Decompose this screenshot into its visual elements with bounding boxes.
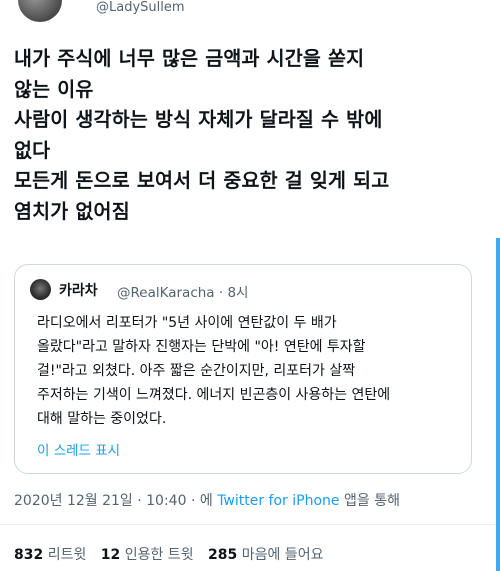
tweet-header: @LadySullem [0,0,500,22]
likes-label: 마음에 들어요 [241,547,324,563]
quoted-tweet-text: 라디오에서 리포터가 "5년 사이에 연탄값이 두 배가 올랐다"라고 말하자 … [37,311,462,431]
show-thread-link[interactable]: 이 스레드 표시 [37,439,120,459]
quote-tweets-stat[interactable]: 12 인용한 트윗 [101,547,198,563]
engagement-stats: 832 리트윗 12 인용한 트윗 285 마음에 들어요 [14,544,333,564]
meta-separator: · [218,285,224,301]
quoted-line: 대해 말하는 중이었다. [37,411,167,427]
avatar[interactable] [18,0,62,22]
timestamp-text[interactable]: 2020년 12월 21일 · 10:40 · 에 [14,493,213,509]
scrollbar[interactable] [496,238,500,571]
quotes-count: 12 [100,547,121,563]
quoted-author-handle[interactable]: @RealKaracha [117,285,215,301]
quoted-line: 라디오에서 리포터가 "5년 사이에 연탄값이 두 배가 [37,315,337,331]
quoted-line: 올랐다"라고 말하자 진행자는 단박에 "아! 연탄에 투자할 [37,339,366,355]
retweets-stat[interactable]: 832 리트윗 [14,547,91,563]
retweets-count: 832 [14,547,44,563]
tweet-line: 염치가 없어짐 [14,199,130,223]
source-suffix: 앱을 통해 [343,493,400,509]
likes-count: 285 [208,547,238,563]
tweet-timestamp: 2020년 12월 21일 · 10:40 · 에 Twitter for iP… [14,490,400,510]
quoted-tweet-card[interactable]: 카라차 @RealKaracha · 8시 라디오에서 리포터가 "5년 사이에… [14,264,472,474]
tweet-line: 사람이 생각하는 방식 자체가 달라질 수 밖에 [14,108,383,131]
divider [0,524,500,525]
quoted-line: 걸!"라고 외쳤다. 아주 짧은 순간이지만, 리포터가 살짝 [37,363,356,379]
retweets-label: 리트윗 [47,547,87,563]
author-handle[interactable]: @LadySullem [96,0,185,15]
tweet-line: 않는 이유 [14,77,94,101]
quotes-label: 인용한 트윗 [124,547,194,563]
quoted-time[interactable]: 8시 [227,285,248,301]
tweet-text: 내가 주식에 너무 많은 금액과 시간을 쏟지 않는 이유 사람이 생각하는 방… [14,44,484,227]
tweet-line: 없다 [14,138,51,162]
quoted-author-name[interactable]: 카라차 [59,280,98,300]
quoted-avatar[interactable] [30,279,51,300]
quoted-author-meta: @RealKaracha · 8시 [117,281,248,301]
likes-stat[interactable]: 285 마음에 들어요 [208,547,323,563]
quoted-line: 주저하는 기색이 느껴졌다. 에너지 빈곤층이 사용하는 연탄에 [37,387,391,403]
tweet-line: 내가 주식에 너무 많은 금액과 시간을 쏟지 [14,47,365,70]
source-link[interactable]: Twitter for iPhone [217,493,339,509]
tweet-line: 모든게 돈으로 보여서 더 중요한 걸 잊게 되고 [14,169,390,192]
